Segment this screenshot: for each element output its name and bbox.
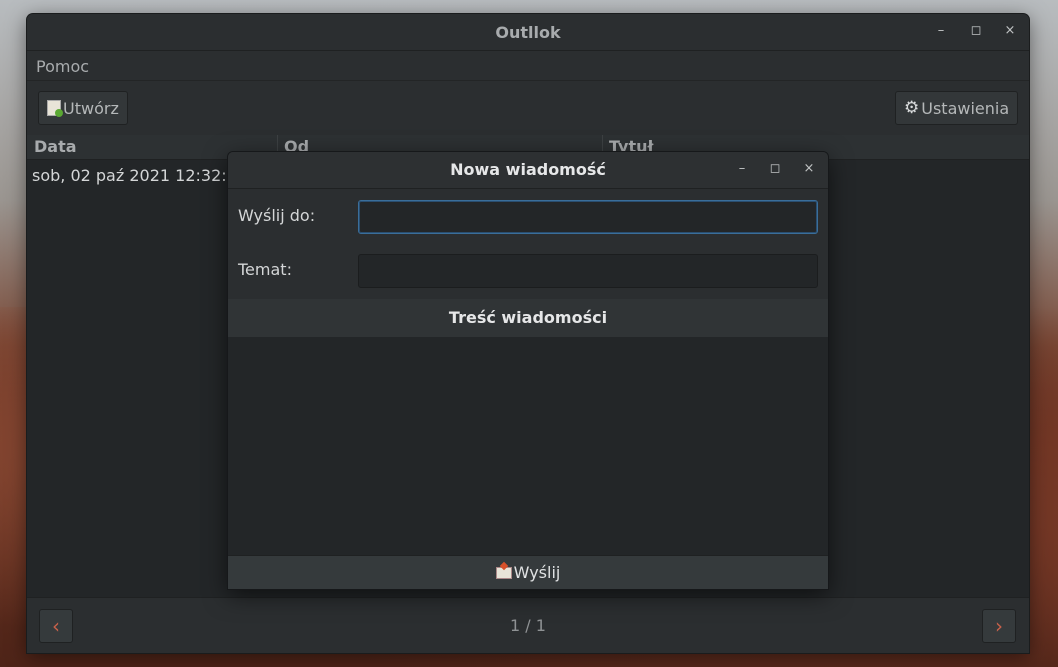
dialog-close-button[interactable]: ×	[800, 161, 818, 176]
new-message-dialog: Nowa wiadomość – ◻ × Wyślij do: Temat: T…	[228, 152, 828, 589]
dialog-maximize-button[interactable]: ◻	[766, 161, 784, 176]
next-page-button[interactable]: ›	[982, 609, 1016, 643]
close-button[interactable]: ×	[1001, 23, 1019, 38]
minimize-button[interactable]: –	[932, 23, 950, 38]
dialog-minimize-button[interactable]: –	[733, 161, 751, 176]
message-body-header: Treść wiadomości	[228, 299, 828, 337]
menubar: Pomoc	[27, 51, 1029, 81]
message-form: Wyślij do: Temat:	[228, 189, 828, 299]
window-title: Outllok	[495, 23, 561, 42]
subject-input[interactable]	[358, 254, 818, 288]
mail-send-icon	[495, 566, 512, 579]
toolbar: Utwórz ⚙ Ustawienia	[27, 81, 1029, 135]
dialog-titlebar[interactable]: Nowa wiadomość – ◻ ×	[228, 152, 828, 189]
table-row[interactable]: sob, 02 paź 2021 12:32:2	[32, 166, 237, 185]
message-body-textarea[interactable]	[228, 337, 828, 555]
pagination-bar: ‹ 1 / 1 ›	[27, 597, 1029, 653]
send-button[interactable]: Wyślij	[228, 555, 828, 589]
settings-button[interactable]: ⚙ Ustawienia	[895, 91, 1019, 125]
column-header-date[interactable]: Data	[34, 137, 77, 156]
chevron-right-icon: ›	[995, 614, 1003, 638]
send-button-label: Wyślij	[513, 563, 561, 582]
subject-label: Temat:	[238, 260, 292, 279]
main-titlebar[interactable]: Outllok – ◻ ×	[27, 14, 1029, 51]
create-button-label: Utwórz	[63, 98, 119, 118]
recipient-input[interactable]	[358, 200, 818, 234]
menu-item-help[interactable]: Pomoc	[36, 57, 89, 76]
settings-button-label: Ustawienia	[921, 98, 1010, 118]
gear-icon: ⚙	[904, 97, 920, 118]
recipient-label: Wyślij do:	[238, 206, 316, 225]
new-document-icon	[47, 100, 63, 117]
page-indicator: 1 / 1	[510, 616, 546, 635]
create-button[interactable]: Utwórz	[38, 91, 128, 125]
maximize-button[interactable]: ◻	[967, 23, 985, 38]
